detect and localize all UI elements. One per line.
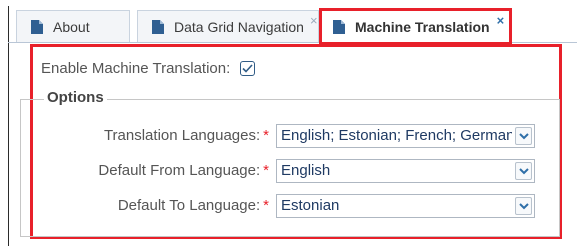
required-marker: * <box>263 127 269 144</box>
chevron-down-icon <box>518 132 529 139</box>
tab-data-grid-navigation-label: Data Grid Navigation <box>174 18 304 35</box>
tab-about-label: About <box>53 18 90 35</box>
default-to-language-select[interactable]: Estonian <box>276 194 535 218</box>
default-to-language-value: Estonian <box>281 197 340 214</box>
tab-machine-translation[interactable]: Machine Translation × <box>319 8 512 45</box>
close-icon[interactable]: × <box>497 13 505 28</box>
translation-languages-value: English; Estonian; French; German <box>281 127 512 144</box>
tab-data-grid-navigation[interactable]: Data Grid Navigation × <box>137 10 319 42</box>
options-legend: Options <box>44 89 107 106</box>
translation-languages-select[interactable]: English; Estonian; French; German <box>276 124 535 148</box>
default-from-language-row: Default From Language: * English <box>33 159 560 183</box>
translation-languages-row: Translation Languages: * English; Estonia… <box>33 124 560 148</box>
enable-machine-translation-checkbox[interactable] <box>240 61 256 76</box>
tab-machine-translation-label: Machine Translation <box>355 18 490 35</box>
dropdown-button[interactable] <box>515 127 532 145</box>
default-to-language-label: Default To Language: * <box>117 197 269 214</box>
default-from-language-select[interactable]: English <box>276 159 535 183</box>
required-marker: * <box>263 162 269 179</box>
close-icon[interactable]: × <box>310 13 318 28</box>
default-from-language-label: Default From Language: * <box>98 162 269 179</box>
document-icon <box>31 19 43 34</box>
machine-translation-panel: Enable Machine Translation: Options Tran… <box>20 44 562 239</box>
machine-translation-settings-window: About Data Grid Navigation × Machine Tra… <box>0 0 577 246</box>
chevron-down-icon <box>518 167 529 174</box>
required-marker: * <box>263 197 269 214</box>
dropdown-button[interactable] <box>515 162 532 180</box>
chevron-down-icon <box>518 202 529 209</box>
enable-machine-translation-label: Enable Machine Translation: <box>41 60 231 77</box>
document-icon <box>333 19 345 34</box>
enable-machine-translation-row: Enable Machine Translation: <box>41 60 256 77</box>
translation-languages-label: Translation Languages: * <box>103 127 269 144</box>
checkmark-icon <box>242 64 253 73</box>
tab-about[interactable]: About <box>16 10 130 42</box>
document-icon <box>152 19 164 34</box>
default-to-language-row: Default To Language: * Estonian <box>33 194 560 218</box>
default-from-language-value: English <box>281 162 331 179</box>
dropdown-button[interactable] <box>515 197 532 215</box>
